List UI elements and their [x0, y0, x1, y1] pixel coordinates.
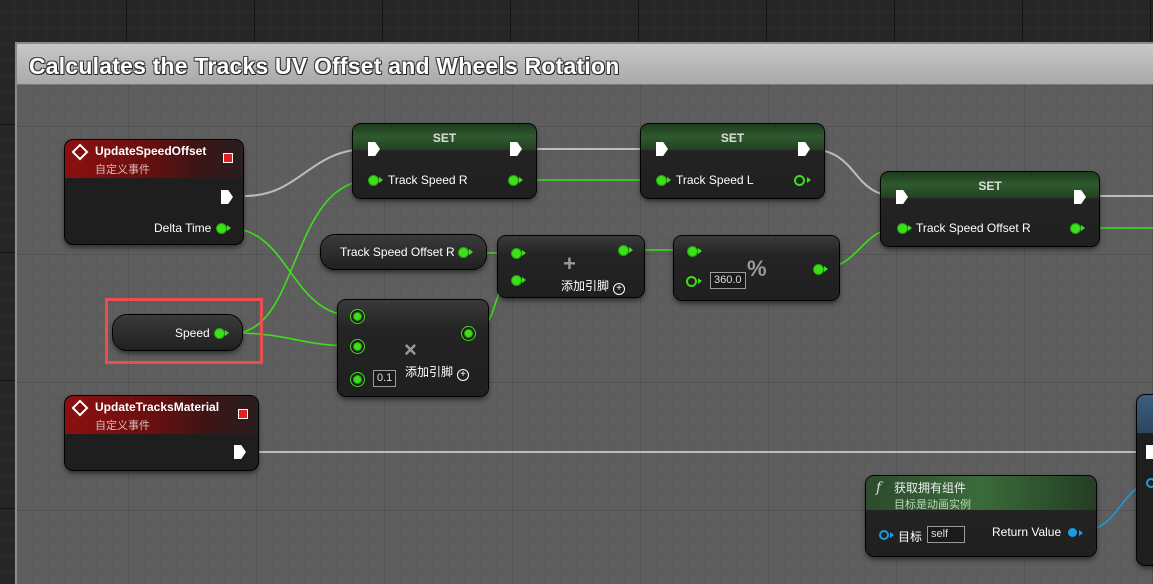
pin-arrow-icon	[1081, 225, 1085, 231]
pin-arrow-icon	[469, 249, 473, 255]
variable-label: Track Speed Offset R	[340, 245, 455, 259]
pin-arrow-icon	[807, 177, 811, 183]
track-speed-r-in-pin[interactable]	[368, 175, 379, 186]
pin-arrow-icon	[890, 532, 894, 538]
event-subtitle: 自定义事件	[95, 420, 150, 432]
exec-in-pin[interactable]	[1146, 445, 1153, 459]
return-value-label: Return Value	[992, 525, 1062, 539]
modulo-node[interactable]: 360.0 %	[674, 236, 839, 300]
target-value-field[interactable]: self	[927, 526, 965, 543]
add-output-pin[interactable]	[618, 245, 629, 256]
pin-arrow-icon	[824, 266, 828, 272]
multiply-node[interactable]: 0.1 × 添加引脚 +	[338, 300, 488, 396]
exec-wire	[244, 148, 369, 197]
pin-arrow-icon	[522, 277, 526, 283]
add-node[interactable]: + 添加引脚 +	[498, 236, 644, 297]
return-value-pin[interactable]	[1068, 528, 1077, 537]
pin-arrow-icon	[522, 250, 526, 256]
update-speed-offset-node[interactable]: UpdateSpeedOffset 自定义事件 Delta Time	[65, 140, 243, 244]
modulo-value-field[interactable]: 360.0	[710, 272, 746, 289]
track-speed-r-out-pin[interactable]	[508, 175, 519, 186]
add-pin-button[interactable]: 添加引脚 +	[561, 277, 626, 295]
event-delegate-icon[interactable]	[238, 409, 248, 419]
add-input-b-pin[interactable]	[511, 275, 522, 286]
modulo-input-b-pin[interactable]	[686, 276, 697, 287]
event-title: UpdateTracksMaterial	[95, 400, 220, 414]
add-pin-label: 添加引脚	[405, 365, 454, 379]
get-track-speed-offset-r-node[interactable]: Track Speed Offset R	[321, 235, 486, 269]
offscreen-node-header	[1137, 395, 1153, 433]
set-track-speed-offset-r-node[interactable]: SET Track Speed Offset R	[881, 172, 1099, 246]
function-title: 获取拥有组件	[894, 481, 967, 495]
pin-arrow-icon	[379, 177, 383, 183]
plus-circle-icon: +	[613, 283, 626, 295]
get-owning-component-node[interactable]: f 获取拥有组件 目标是动画实例 目标 self Return Value	[866, 476, 1096, 556]
exec-out-pin[interactable]	[234, 445, 246, 459]
pin-arrow-icon	[698, 278, 702, 284]
set-pin-label: Track Speed R	[388, 173, 468, 187]
multiply-input-a-pin[interactable]	[353, 312, 362, 321]
track-speed-l-out-pin[interactable]	[794, 175, 805, 186]
event-delegate-icon[interactable]	[223, 153, 233, 163]
add-pin-button[interactable]: 添加引脚 +	[405, 363, 470, 381]
multiply-input-c-pin[interactable]	[353, 375, 362, 384]
event-title: UpdateSpeedOffset	[95, 144, 207, 158]
pin-arrow-icon	[519, 177, 523, 183]
delta-time-label: Delta Time	[154, 221, 212, 235]
modulo-symbol: %	[747, 256, 767, 281]
modulo-output-pin[interactable]	[813, 264, 824, 275]
set-title: SET	[978, 179, 1002, 193]
plus-circle-icon: +	[457, 369, 470, 381]
set-pin-label: Track Speed L	[676, 173, 754, 187]
target-label: 目标	[898, 530, 923, 544]
set-title: SET	[432, 131, 457, 145]
function-icon: f	[876, 480, 882, 496]
multiply-value-field[interactable]: 0.1	[373, 370, 397, 387]
add-symbol: +	[563, 251, 576, 276]
update-tracks-material-node[interactable]: UpdateTracksMaterial 自定义事件	[65, 396, 258, 470]
modulo-input-a-pin[interactable]	[687, 246, 698, 257]
delta-time-pin[interactable]	[216, 223, 227, 234]
set-track-speed-l-node[interactable]: SET Track Speed L	[641, 124, 824, 198]
set-pin-label: Track Speed Offset R	[916, 221, 1031, 235]
multiply-symbol: ×	[404, 337, 417, 362]
exec-out-pin[interactable]	[221, 190, 233, 204]
function-subtitle: 目标是动画实例	[894, 499, 971, 511]
add-input-a-pin[interactable]	[511, 248, 522, 259]
track-speed-offset-r-out-pin[interactable]	[1070, 223, 1081, 234]
pin-arrow-icon	[629, 247, 633, 253]
offscreen-node[interactable]	[1137, 395, 1153, 565]
target-pin[interactable]	[879, 530, 889, 540]
pin-arrow-icon	[667, 177, 671, 183]
track-speed-l-in-pin[interactable]	[656, 175, 667, 186]
object-in-pin[interactable]	[1146, 478, 1153, 488]
pin-arrow-icon	[698, 248, 702, 254]
pin-arrow-icon	[227, 225, 231, 231]
multiply-input-b-pin[interactable]	[353, 342, 362, 351]
add-pin-label: 添加引脚	[561, 279, 610, 293]
pin-arrow-icon	[908, 225, 912, 231]
event-subtitle: 自定义事件	[95, 164, 150, 176]
variable-out-pin[interactable]	[458, 247, 469, 258]
track-speed-offset-r-in-pin[interactable]	[897, 223, 908, 234]
highlight-box	[105, 298, 263, 364]
pin-arrow-icon	[1079, 530, 1083, 536]
multiply-output-pin[interactable]	[464, 329, 473, 338]
set-track-speed-r-node[interactable]: SET Track Speed R	[353, 124, 536, 198]
set-title: SET	[720, 131, 745, 145]
